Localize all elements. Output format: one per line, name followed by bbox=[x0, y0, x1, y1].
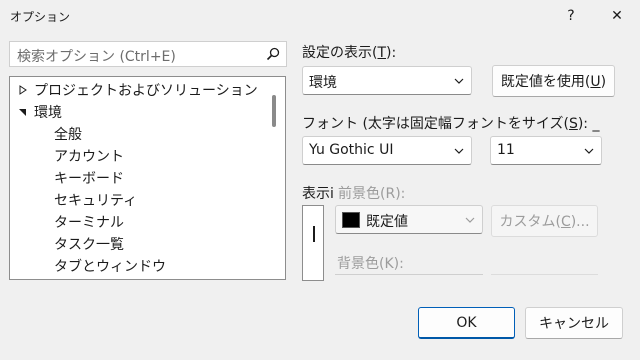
list-caret bbox=[313, 226, 315, 242]
tree-item-task-list[interactable]: タスク一覧 bbox=[54, 234, 124, 254]
custom-color-button[interactable]: カスタム(C)... bbox=[491, 205, 598, 237]
tree-item-account[interactable]: アカウント bbox=[54, 146, 124, 166]
search-input[interactable]: 検索オプション (Ctrl+E) bbox=[9, 41, 287, 67]
ok-label: OK bbox=[456, 314, 477, 331]
cancel-button[interactable]: キャンセル bbox=[525, 307, 623, 339]
background-label: 背景色(K): bbox=[337, 256, 404, 272]
use-default-button[interactable]: 既定値を使用(U) bbox=[492, 65, 615, 97]
font-label: フォント (太字は固定幅フォントをサイズ(S): _ bbox=[302, 116, 600, 132]
tree-item-environment[interactable]: 環境 bbox=[34, 102, 62, 122]
window-title: オプション bbox=[10, 10, 71, 24]
foreground-value: 既定値 bbox=[366, 214, 408, 230]
size-value: 11 bbox=[497, 142, 515, 158]
use-default-label: 既定値を使用(U) bbox=[500, 74, 607, 90]
display-items-list[interactable] bbox=[302, 205, 324, 281]
search-icon bbox=[266, 47, 280, 61]
foreground-label: 前景色(R): bbox=[338, 186, 406, 202]
tree-item-projects[interactable]: プロジェクトおよびソリューション bbox=[34, 80, 258, 100]
tree-scrollbar-thumb[interactable] bbox=[272, 95, 276, 127]
close-button[interactable]: ✕ bbox=[594, 0, 640, 32]
cancel-label: キャンセル bbox=[539, 316, 609, 332]
tree-item-keyboard[interactable]: キーボード bbox=[54, 168, 124, 188]
font-value: Yu Gothic UI bbox=[309, 142, 394, 158]
background-combo[interactable] bbox=[335, 274, 483, 282]
chevron-down-icon bbox=[454, 148, 464, 154]
custom-background-button[interactable] bbox=[491, 274, 598, 282]
show-settings-combo[interactable]: 環境 bbox=[302, 66, 472, 95]
chevron-down-icon bbox=[454, 78, 464, 84]
expand-triangle-icon[interactable] bbox=[18, 85, 28, 95]
tree-item-terminal[interactable]: ターミナル bbox=[54, 212, 124, 232]
display-items-label: 表示i bbox=[302, 186, 334, 202]
tree-item-general[interactable]: 全般 bbox=[54, 124, 82, 144]
custom-color-label: カスタム(C)... bbox=[499, 214, 590, 230]
color-swatch bbox=[342, 212, 360, 228]
options-tree[interactable]: プロジェクトおよびソリューション 環境 全般 アカウント キーボード セキュリテ… bbox=[9, 76, 286, 280]
tree-item-tabs-windows[interactable]: タブとウィンドウ bbox=[54, 256, 166, 276]
close-icon: ✕ bbox=[611, 8, 623, 24]
show-settings-label: 設定の表示(T): bbox=[302, 45, 397, 61]
chevron-down-icon bbox=[465, 217, 475, 223]
tree-item-security[interactable]: セキュリティ bbox=[54, 190, 137, 210]
font-combo[interactable]: Yu Gothic UI bbox=[302, 136, 472, 165]
collapse-triangle-icon[interactable] bbox=[18, 107, 28, 117]
help-button[interactable]: ? bbox=[548, 0, 594, 32]
foreground-combo[interactable]: 既定値 bbox=[335, 205, 483, 234]
search-placeholder: 検索オプション (Ctrl+E) bbox=[17, 49, 176, 65]
title-bar: オプション ? ✕ bbox=[0, 0, 640, 32]
help-icon: ? bbox=[567, 8, 575, 24]
size-combo[interactable]: 11 bbox=[490, 136, 602, 165]
chevron-down-icon bbox=[584, 148, 594, 154]
ok-button[interactable]: OK bbox=[418, 307, 515, 339]
show-settings-value: 環境 bbox=[309, 75, 337, 91]
